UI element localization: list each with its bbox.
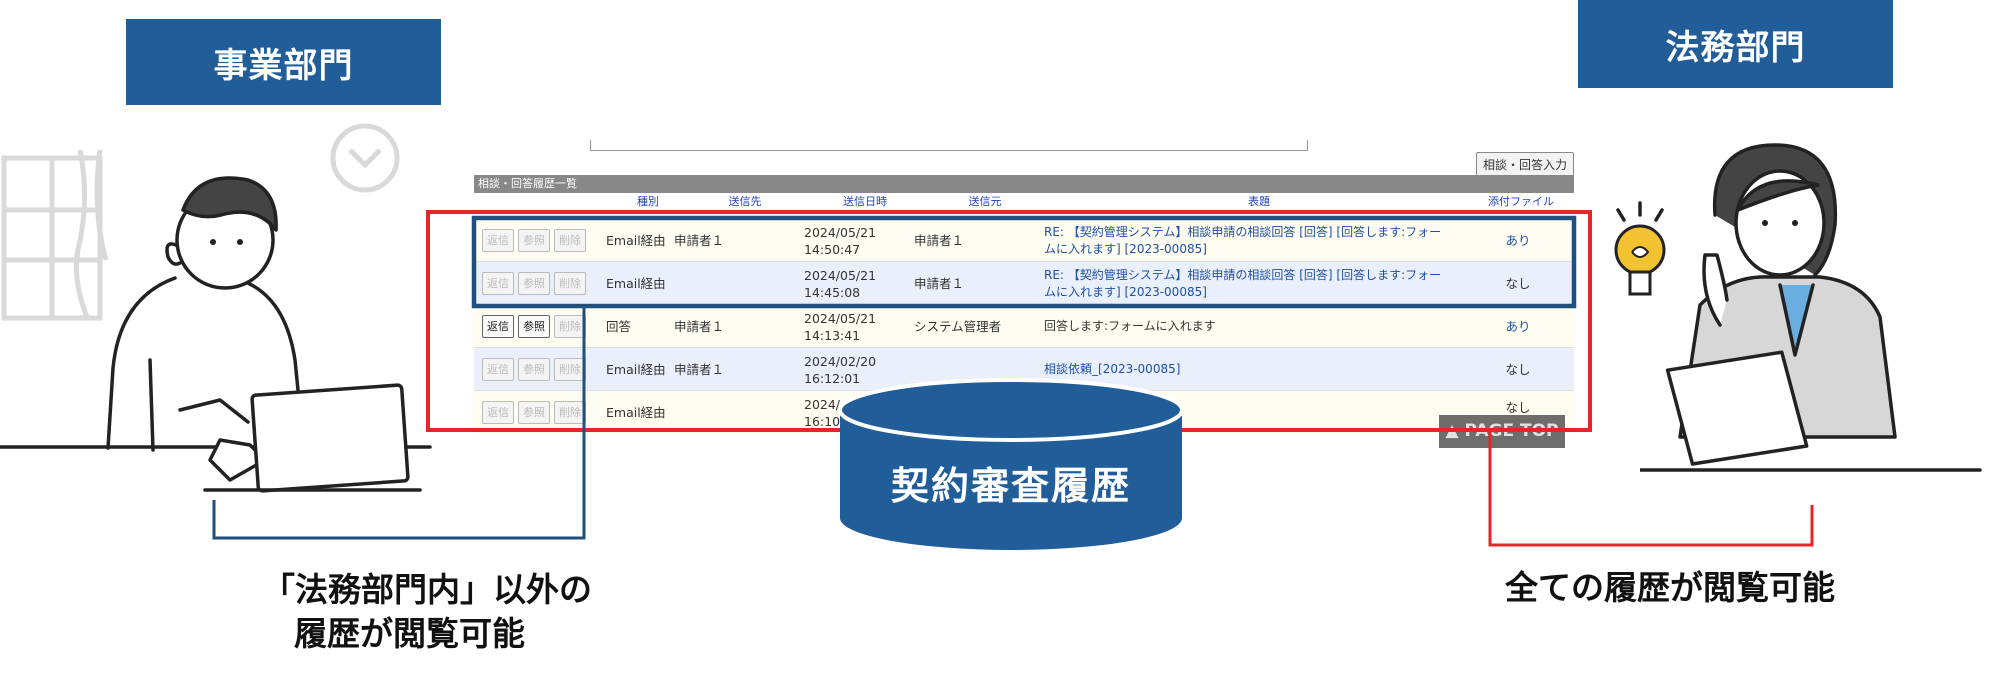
non-legal-history-highlight-frame: [471, 215, 1577, 309]
legal-connector-line: [1488, 430, 1814, 547]
business-caption-line1: 「法務部門内」以外の: [262, 570, 592, 609]
database-label: 契約審査履歴: [890, 464, 1131, 508]
business-caption: 「法務部門内」以外の 履歴が閲覧可能: [262, 568, 682, 656]
legal-caption: 全ての履歴が閲覧可能: [1505, 568, 1835, 607]
business-caption-line2: 履歴が閲覧可能: [294, 614, 525, 653]
business-connector-line: [212, 306, 586, 540]
